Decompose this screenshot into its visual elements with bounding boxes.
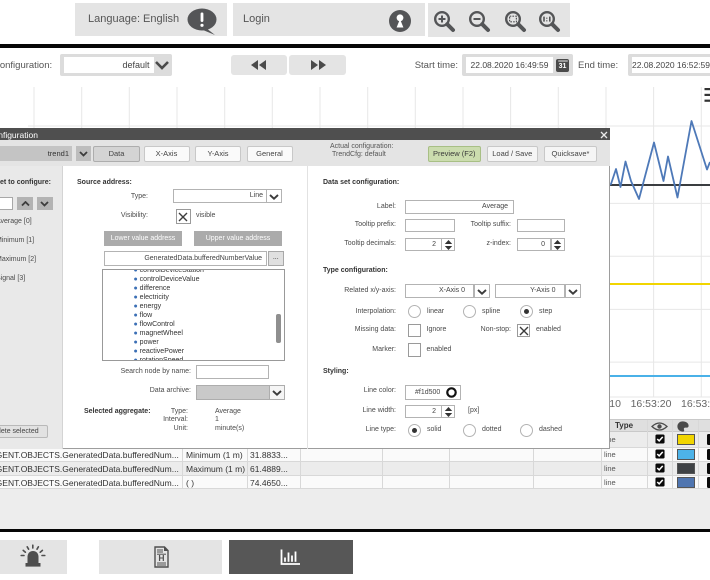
svg-text:H: H <box>158 553 164 563</box>
